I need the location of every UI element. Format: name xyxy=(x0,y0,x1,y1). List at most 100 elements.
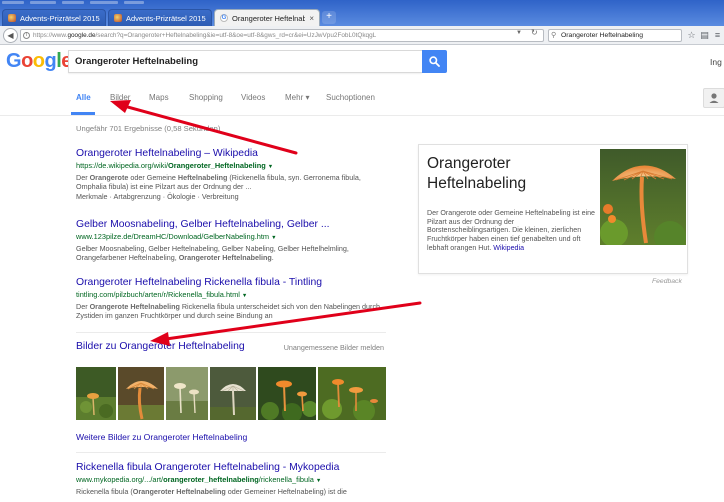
browser-search-value: Orangeroter Heftelnabeling xyxy=(561,32,643,39)
close-tab-icon[interactable]: × xyxy=(309,14,314,23)
reload-icon[interactable]: ↻ xyxy=(531,28,538,37)
result-2: Gelber Moosnabeling, Gelber Heftelnabeli… xyxy=(76,219,388,263)
bookmark-star-icon[interactable]: ☆ xyxy=(686,30,697,41)
text-run: www.123pilze.de/DreamHC/Download/GelberN… xyxy=(76,232,270,241)
tab-mehr[interactable]: Mehr ▾ xyxy=(285,93,309,102)
menu-item[interactable] xyxy=(30,1,56,4)
url-domain: google.de xyxy=(67,32,96,39)
tab-maps[interactable]: Maps xyxy=(149,93,169,102)
result-menu-caret-icon[interactable]: ▼ xyxy=(242,293,247,299)
tab-advents-2[interactable]: Advents-Prizrätsel 2015 xyxy=(108,9,212,26)
orange-mushroom-gills-photo[interactable] xyxy=(118,367,164,420)
section-divider xyxy=(76,452,386,453)
text-run: Rickenella fibula ( xyxy=(76,487,133,496)
result-title[interactable]: Gelber Moosnabeling, Gelber Heftelnabeli… xyxy=(76,219,388,231)
advent-favicon-icon xyxy=(8,14,16,22)
highlighted-term: Orangerote Heftelnabeling xyxy=(89,302,180,311)
search-button[interactable] xyxy=(422,50,447,73)
knowledge-panel-photo[interactable] xyxy=(600,149,686,245)
google-logo[interactable]: Google xyxy=(6,50,72,72)
image-results-header: Bilder zu Orangeroter Heftelnabeling Una… xyxy=(76,341,386,354)
image-results-title[interactable]: Bilder zu Orangeroter Heftelnabeling xyxy=(76,341,245,353)
result-snippet: Rickenella fibula (Orangeroter Heftelnab… xyxy=(76,487,388,496)
result-url[interactable]: tintling.com/pilzbuch/arten/r/Rickenella… xyxy=(76,290,388,301)
knowledge-panel-title: Orangeroter Heftelnabeling xyxy=(427,155,527,192)
url-bar[interactable]: i https://www.google.de/search?q=Oranger… xyxy=(20,29,544,42)
menu-item[interactable] xyxy=(90,1,118,4)
advent-favicon-icon xyxy=(114,14,122,22)
menu-icon[interactable]: ≡ xyxy=(712,30,723,41)
tab-bilder[interactable]: Bilder xyxy=(110,93,130,102)
result-stats: Ungefähr 701 Ergebnisse (0,58 Sekunden) xyxy=(76,124,221,133)
navigation-toolbar: ◀ i https://www.google.de/search?q=Orang… xyxy=(0,26,724,45)
tab-advents-1[interactable]: Advents-Prizrätsel 2015 xyxy=(2,9,106,26)
moss-mushroom-photo[interactable] xyxy=(76,367,116,420)
tab-google-search[interactable]: G Orangeroter Heftelnabeli... × xyxy=(214,9,320,26)
logo-letter: o xyxy=(32,50,45,72)
result-title[interactable]: Orangeroter Heftelnabeling – Wikipedia xyxy=(76,148,388,160)
menu-item[interactable] xyxy=(2,1,24,4)
feedback-link[interactable]: Feedback xyxy=(652,278,682,285)
report-images-link[interactable]: Unangemessene Bilder melden xyxy=(284,343,384,352)
search-input[interactable]: Orangeroter Heftelnabeling xyxy=(68,50,422,73)
account-button[interactable] xyxy=(703,88,724,108)
result-menu-caret-icon[interactable]: ▼ xyxy=(268,164,273,170)
menu-bar xyxy=(0,0,724,5)
orange-mushroom-moss-photo[interactable] xyxy=(258,367,316,420)
clipboard-icon[interactable]: ▤ xyxy=(699,30,710,41)
tab-strip: Advents-Prizrätsel 2015 Advents-Prizräts… xyxy=(0,0,724,26)
account-name[interactable]: Ing xyxy=(710,57,722,67)
wikipedia-source-link[interactable]: Wikipedia xyxy=(493,244,524,252)
tab-label: Advents-Prizrätsel 2015 xyxy=(126,13,206,23)
text-run: oder Gemeiner Heftelnabeling) ist die xyxy=(225,487,347,496)
result-3: Orangeroter Heftelnabeling Rickenella fi… xyxy=(76,277,388,321)
result-menu-caret-icon[interactable]: ▼ xyxy=(316,478,321,484)
highlighted-term: Heftelnabeling xyxy=(177,173,228,182)
back-button[interactable]: ◀ xyxy=(3,28,18,43)
result-menu-caret-icon[interactable]: ▼ xyxy=(271,235,276,241)
more-images-link[interactable]: Weitere Bilder zu Orangeroter Heftelnabe… xyxy=(76,432,247,442)
menu-item[interactable] xyxy=(124,1,144,4)
result-1: Orangeroter Heftelnabeling – Wikipedia h… xyxy=(76,148,388,201)
orange-mushroom-moss-photo[interactable] xyxy=(318,367,386,420)
menu-item[interactable] xyxy=(62,1,84,4)
text-run: oder Gemeine xyxy=(128,173,178,182)
result-url[interactable]: www.123pilze.de/DreamHC/Download/GelberN… xyxy=(76,232,388,243)
result-4: Rickenella fibula Orangeroter Heftelnabe… xyxy=(76,462,388,496)
knowledge-panel: Orangeroter Heftelnabeling Der Orangerot… xyxy=(418,144,688,274)
tab-alle[interactable]: Alle xyxy=(76,93,91,102)
active-tab-indicator xyxy=(71,112,95,115)
dropdown-caret-icon[interactable]: ▼ xyxy=(516,30,522,36)
result-url[interactable]: www.mykopedia.org/.../art/orangeroter_he… xyxy=(76,475,388,486)
back-icon: ◀ xyxy=(7,31,14,40)
url-prefix: https://www. xyxy=(33,32,68,39)
new-tab-button[interactable]: + xyxy=(322,11,336,24)
text-run: tintling.com/pilzbuch/arten/r/Rickenella… xyxy=(76,290,240,299)
info-icon[interactable]: i xyxy=(23,32,30,39)
browser-window: Advents-Prizrätsel 2015 Advents-Prizräts… xyxy=(0,0,724,502)
text-run: Der xyxy=(76,173,90,182)
text-run: https://de.wikipedia.org/wiki/ xyxy=(76,161,169,170)
search-icon: ⚲ xyxy=(551,32,557,39)
image-thumbnail-strip xyxy=(76,367,386,420)
logo-letter: G xyxy=(6,50,22,72)
highlighted-term: Orangeroter Heftelnabeling xyxy=(132,487,226,496)
tab-suchoptionen[interactable]: Suchoptionen xyxy=(326,93,375,102)
result-title[interactable]: Orangeroter Heftelnabeling Rickenella fi… xyxy=(76,277,388,289)
result-url[interactable]: https://de.wikipedia.org/wiki/Orangerote… xyxy=(76,161,388,172)
url-path: /search?q=Orangeroter+Heftelnabeling&ie=… xyxy=(95,32,377,39)
pale-mushrooms-photo[interactable] xyxy=(166,367,208,420)
result-sitelinks[interactable]: Merkmale · Artabgrenzung · Ökologie · Ve… xyxy=(76,192,388,201)
tab-label: Advents-Prizrätsel 2015 xyxy=(20,13,100,23)
result-title[interactable]: Rickenella fibula Orangeroter Heftelnabe… xyxy=(76,462,388,474)
tab-label: Orangeroter Heftelnabeli... xyxy=(232,13,305,23)
pale-cap-photo[interactable] xyxy=(210,367,256,420)
result-snippet: Der Orangerote oder Gemeine Heftelnabeli… xyxy=(76,173,388,192)
browser-search-field[interactable]: ⚲ Orangeroter Heftelnabeling xyxy=(548,29,682,42)
text-run: /rickenella_fibula xyxy=(258,475,314,484)
text-run: www.mykopedia.org/.../art/ xyxy=(76,475,164,484)
tab-videos[interactable]: Videos xyxy=(241,93,265,102)
result-snippet: Der Orangerote Heftelnabeling Rickenella… xyxy=(76,302,388,321)
tab-shopping[interactable]: Shopping xyxy=(189,93,223,102)
logo-letter: o xyxy=(21,50,33,72)
